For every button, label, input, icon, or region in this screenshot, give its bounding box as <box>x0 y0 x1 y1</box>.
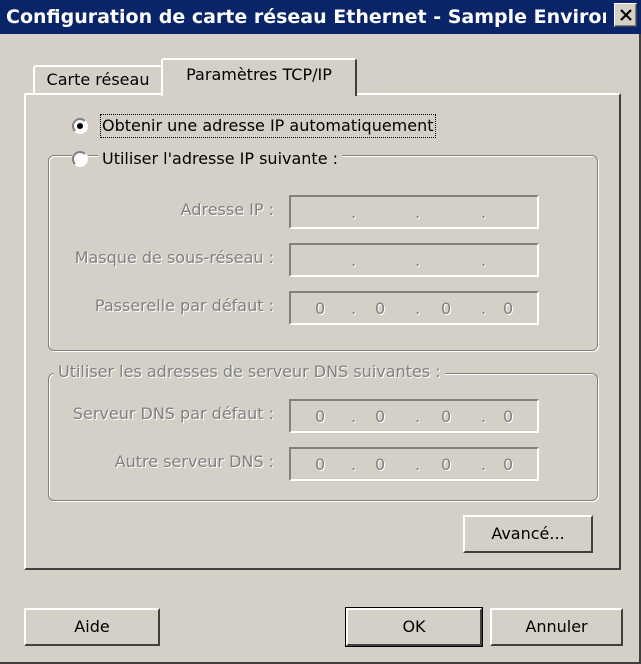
preferred-dns-field: 0 . 0 . 0 . 0 <box>289 399 539 433</box>
octet-2: 0 <box>375 455 386 474</box>
octet-separator: . <box>415 407 421 426</box>
subnet-mask-label: Masque de sous-réseau : <box>74 248 274 267</box>
octet-1: 0 <box>315 455 326 474</box>
alternate-dns-field: 0 . 0 . 0 . 0 <box>289 447 539 481</box>
manual-ip-label[interactable]: Utiliser l'adresse IP suivante : <box>98 149 343 169</box>
gateway-field: 0 . 0 . 0 . 0 <box>289 291 539 325</box>
cancel-button[interactable]: Annuler <box>490 608 623 646</box>
gateway-label: Passerelle par défaut : <box>94 296 274 315</box>
octet-2: 0 <box>375 299 386 318</box>
octet-separator: . <box>481 251 487 270</box>
octet-separator: . <box>351 455 357 474</box>
octet-separator: . <box>481 203 487 222</box>
network-adapter-dialog: Configuration de carte réseau Ethernet -… <box>0 0 641 664</box>
radio-selected-dot <box>77 123 83 129</box>
octet-separator: . <box>415 203 421 222</box>
octet-separator: . <box>415 251 421 270</box>
window-title: Configuration de carte réseau Ethernet -… <box>6 6 606 28</box>
ok-button-label: OK <box>402 617 426 636</box>
octet-separator: . <box>481 299 487 318</box>
tab-label: Paramètres TCP/IP <box>186 65 332 84</box>
help-button[interactable]: Aide <box>24 608 160 646</box>
close-button[interactable] <box>614 3 637 27</box>
octet-separator: . <box>415 455 421 474</box>
cancel-button-label: Annuler <box>525 617 588 636</box>
dns-group <box>48 373 598 501</box>
auto-ip-label[interactable]: Obtenir une adresse IP automatiquement <box>100 114 436 138</box>
octet-separator: . <box>351 203 357 222</box>
advanced-button-label: Avancé... <box>491 524 565 543</box>
octet-separator: . <box>481 407 487 426</box>
close-icon <box>620 9 632 21</box>
octet-2: 0 <box>375 407 386 426</box>
tcp-ip-panel: Obtenir une adresse IP automatiquement U… <box>24 93 621 570</box>
octet-3: 0 <box>441 299 452 318</box>
manual-ip-radio[interactable] <box>72 151 88 167</box>
octet-4: 0 <box>503 407 514 426</box>
ok-button[interactable]: OK <box>345 607 483 647</box>
octet-3: 0 <box>441 455 452 474</box>
dns-group-label: Utiliser les adresses de serveur DNS sui… <box>54 362 445 382</box>
ip-address-label: Adresse IP : <box>180 200 274 219</box>
octet-separator: . <box>351 251 357 270</box>
preferred-dns-label: Serveur DNS par défaut : <box>72 404 274 423</box>
octet-separator: . <box>481 455 487 474</box>
title-bar[interactable]: Configuration de carte réseau Ethernet -… <box>0 0 641 34</box>
tab-carte-reseau[interactable]: Carte réseau <box>33 65 163 93</box>
advanced-button[interactable]: Avancé... <box>463 515 593 553</box>
tab-tcp-ip[interactable]: Paramètres TCP/IP <box>161 58 357 96</box>
help-button-label: Aide <box>74 617 110 636</box>
octet-separator: . <box>351 299 357 318</box>
ip-address-field: . . . <box>289 195 539 229</box>
octet-3: 0 <box>441 407 452 426</box>
subnet-mask-field: . . . <box>289 243 539 277</box>
tab-label: Carte réseau <box>46 70 150 89</box>
octet-1: 0 <box>315 299 326 318</box>
auto-ip-radio[interactable] <box>72 118 88 134</box>
alternate-dns-label: Autre serveur DNS : <box>114 452 274 471</box>
octet-separator: . <box>415 299 421 318</box>
octet-separator: . <box>351 407 357 426</box>
octet-4: 0 <box>503 299 514 318</box>
octet-4: 0 <box>503 455 514 474</box>
octet-1: 0 <box>315 407 326 426</box>
